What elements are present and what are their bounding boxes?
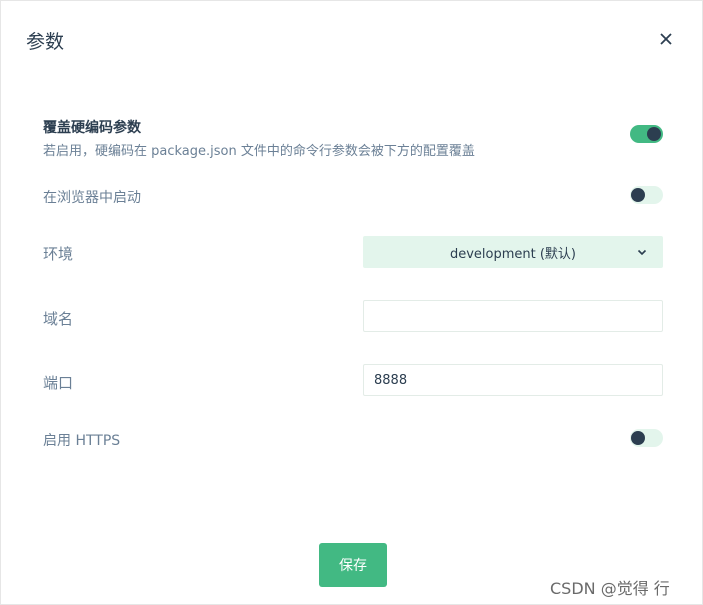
open-browser-toggle[interactable] <box>630 186 663 204</box>
port-input[interactable] <box>363 364 663 396</box>
override-setting-row: 覆盖硬编码参数 若启用，硬编码在 package.json 文件中的命令行参数会… <box>43 117 663 159</box>
chevron-down-icon <box>637 249 647 256</box>
https-toggle[interactable] <box>630 429 663 447</box>
toggle-knob <box>647 127 661 141</box>
environment-select[interactable]: development (默认) <box>363 236 663 268</box>
toggle-knob <box>631 431 645 445</box>
close-button[interactable] <box>657 30 675 48</box>
dialog-title: 参数 <box>26 31 65 53</box>
watermark-text: CSDN @觉得 行 <box>550 579 670 598</box>
https-label: 启用 HTTPS <box>43 433 121 449</box>
domain-input[interactable] <box>363 300 663 332</box>
close-icon <box>660 33 672 45</box>
https-row: 启用 HTTPS <box>43 430 663 450</box>
override-toggle[interactable] <box>630 125 663 143</box>
open-browser-row: 在浏览器中启动 <box>43 187 663 207</box>
open-browser-label: 在浏览器中启动 <box>43 190 141 206</box>
override-label: 覆盖硬编码参数 <box>43 120 141 136</box>
environment-selected-value: development (默认) <box>449 246 577 262</box>
parameters-dialog: 参数 覆盖硬编码参数 若启用，硬编码在 package.json 文件中的命令行… <box>0 0 703 605</box>
save-button[interactable]: 保存 <box>319 543 387 587</box>
override-description: 若启用，硬编码在 package.json 文件中的命令行参数会被下方的配置覆盖 <box>43 144 475 159</box>
toggle-knob <box>631 188 645 202</box>
